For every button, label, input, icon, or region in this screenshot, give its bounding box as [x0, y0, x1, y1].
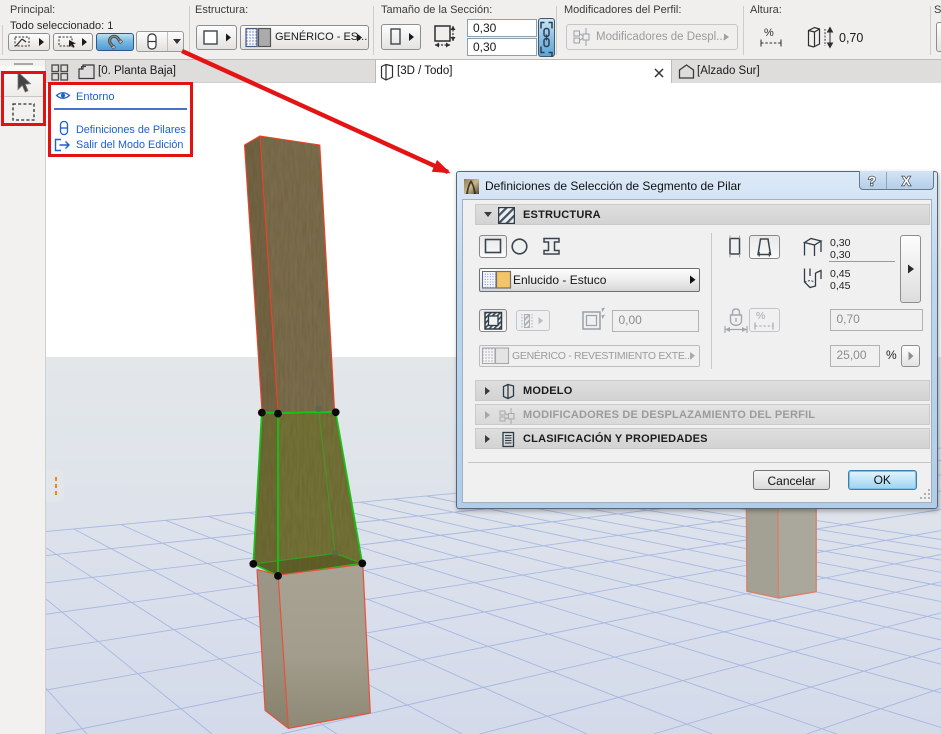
svg-text:X: X: [902, 174, 911, 189]
svg-text:%: %: [764, 27, 774, 39]
svg-text:%: %: [756, 310, 765, 322]
svg-text:?: ?: [868, 174, 876, 189]
